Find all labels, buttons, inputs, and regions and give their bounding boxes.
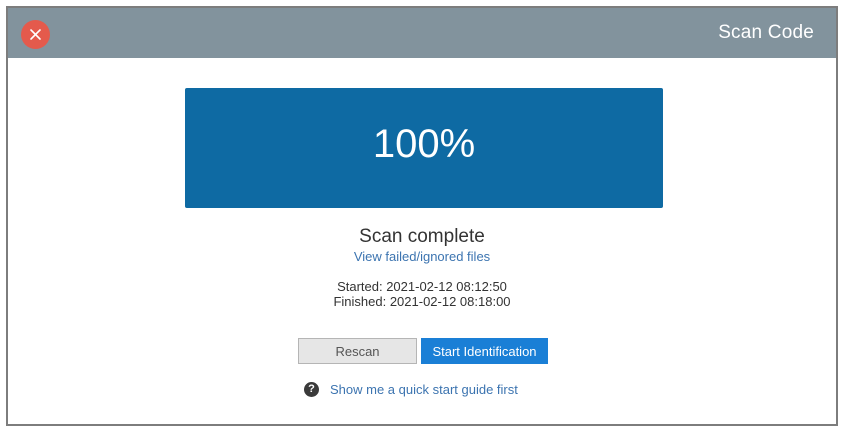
scan-status: Scan complete [359, 226, 485, 247]
progress-bar: 100% [185, 88, 663, 208]
start-identification-button[interactable]: Start Identification [421, 338, 548, 364]
help-icon: ? [304, 382, 319, 397]
scan-times: Started: 2021-02-12 08:12:50 Finished: 2… [8, 279, 836, 309]
progress-percent: 100% [372, 122, 476, 166]
dialog-title: Scan Code [718, 22, 814, 43]
rescan-button[interactable]: Rescan [298, 338, 417, 364]
title-bar: Scan Code [8, 8, 836, 58]
finished-time: Finished: 2021-02-12 08:18:00 [333, 294, 511, 309]
quick-start-guide-label: Show me a quick start guide first [330, 382, 518, 397]
scan-code-dialog: Scan Code 100% Scan complete View failed… [6, 6, 838, 426]
close-icon [30, 29, 41, 40]
started-time: Started: 2021-02-12 08:12:50 [337, 279, 507, 294]
close-button[interactable] [21, 20, 50, 49]
view-failed-files-link[interactable]: View failed/ignored files [8, 249, 836, 264]
